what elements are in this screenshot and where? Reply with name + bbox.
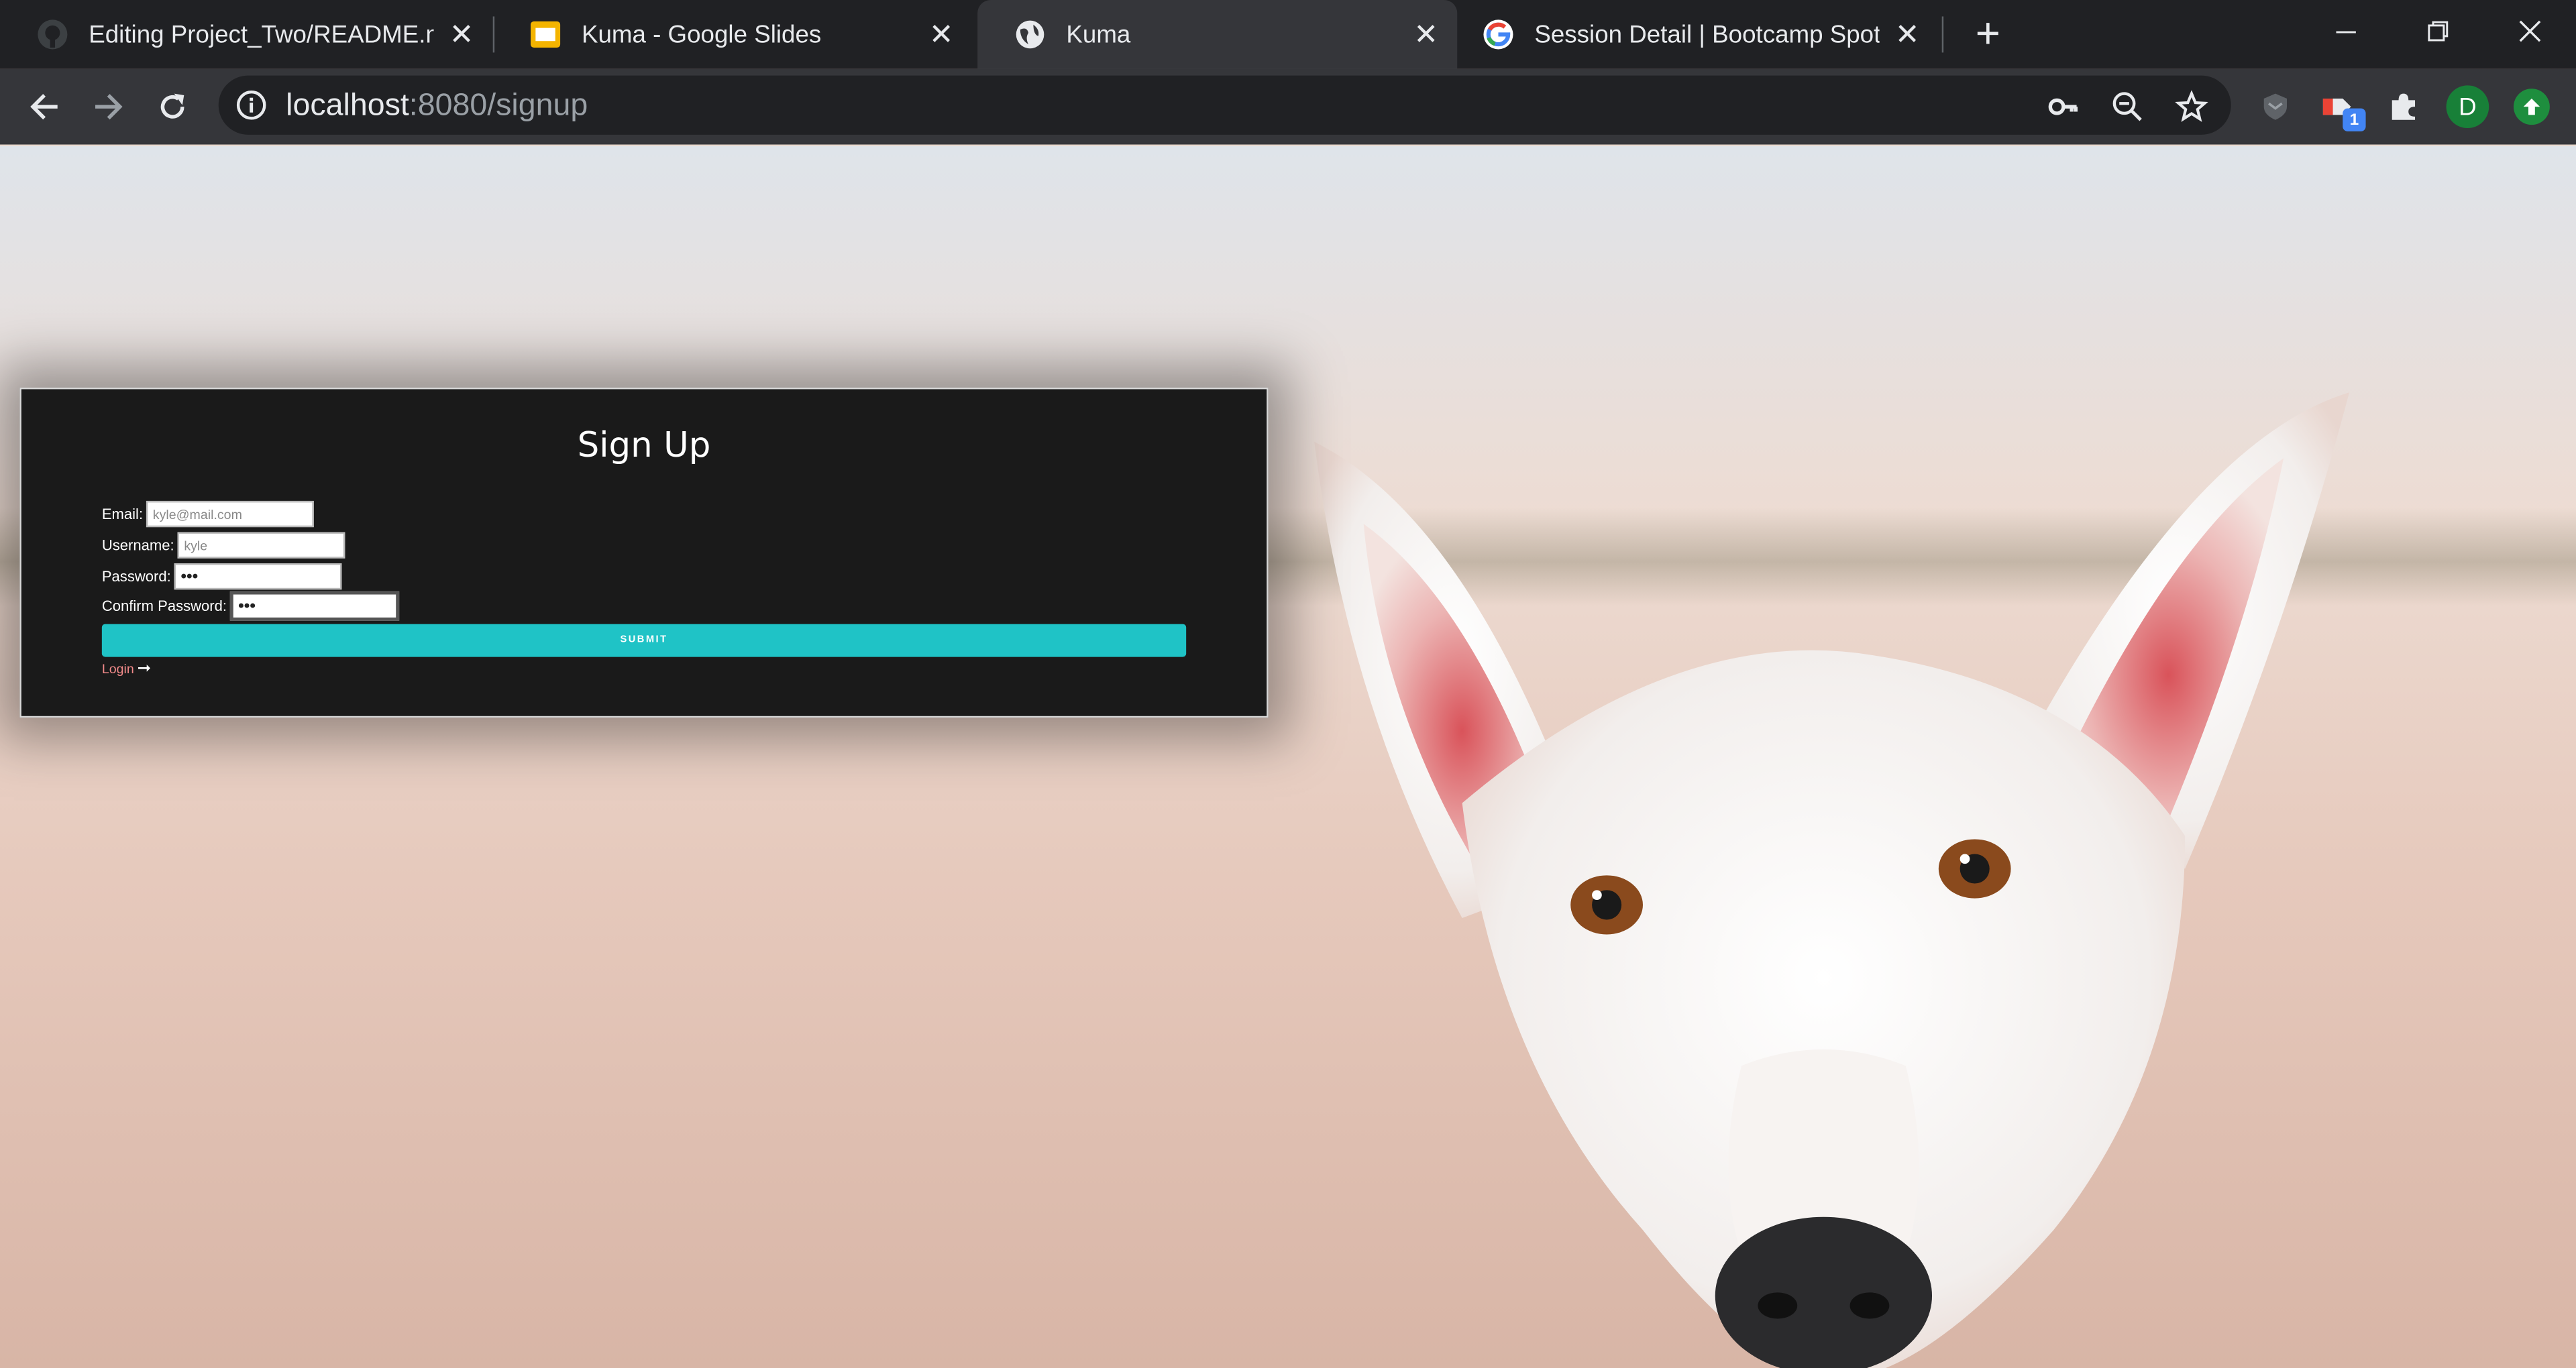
address-bar[interactable]: localhost:8080/signup (218, 75, 2231, 135)
close-icon[interactable]: ✕ (1408, 16, 1444, 52)
tab-bootcamp-spot[interactable]: Session Detail | Bootcamp Spot ✕ (1446, 0, 1939, 69)
tab-strip: Editing Project_Two/README.md ✕ Kuma - G… (0, 0, 2576, 69)
dog-photo (1314, 392, 2350, 1368)
extension-badge: 1 (2343, 108, 2366, 131)
login-link[interactable]: Login ➞ (102, 660, 151, 678)
back-button[interactable] (19, 82, 68, 131)
shield-extension-icon[interactable] (2254, 85, 2297, 128)
puzzle-extensions-icon[interactable] (2382, 85, 2425, 128)
zoom-out-icon[interactable] (2110, 89, 2146, 125)
username-row: Username: kyle (101, 532, 345, 559)
confirm-password-row: Confirm Password: ••• (101, 591, 400, 621)
info-icon[interactable] (235, 89, 268, 121)
tab-github-readme[interactable]: Editing Project_Two/README.md ✕ (0, 0, 493, 69)
password-field[interactable]: ••• (174, 563, 342, 590)
url-text: localhost:8080/signup (286, 89, 588, 125)
forward-button[interactable] (84, 82, 133, 131)
page-title: Sign Up (577, 425, 711, 465)
tab-kuma[interactable]: Kuma ✕ (977, 0, 1458, 69)
tab-title: Editing Project_Two/README.md (89, 20, 434, 49)
tab-title: Session Detail | Bootcamp Spot (1534, 20, 1880, 49)
confirm-password-field[interactable]: ••• (229, 591, 400, 621)
browser-toolbar: localhost:8080/signup 1 D (0, 68, 2576, 145)
username-label: Username: (101, 536, 174, 554)
profile-avatar[interactable]: D (2446, 85, 2489, 129)
close-icon[interactable]: ✕ (923, 16, 959, 52)
new-tab-button[interactable]: + (1965, 7, 2011, 56)
star-icon[interactable] (2174, 89, 2210, 125)
email-field[interactable]: kyle@mail.com (146, 500, 314, 528)
key-icon[interactable] (2045, 89, 2082, 125)
email-row: Email: kyle@mail.com (101, 500, 314, 528)
google-slides-icon (529, 18, 562, 51)
tab-separator (1941, 16, 1944, 53)
google-icon (1482, 18, 1515, 51)
tab-google-slides[interactable]: Kuma - Google Slides ✕ (493, 0, 973, 69)
login-link-label[interactable]: Login (102, 662, 134, 677)
confirm-password-label: Confirm Password: (101, 597, 227, 614)
update-icon[interactable] (2513, 89, 2550, 125)
github-icon (36, 18, 69, 51)
url-path: :8080/signup (409, 89, 588, 123)
signup-panel: Sign Up Email: kyle@mail.com Username: k… (19, 387, 1269, 718)
reload-button[interactable] (148, 82, 197, 131)
submit-button[interactable]: SUBMIT (101, 624, 1187, 657)
minimize-button[interactable] (2300, 0, 2392, 62)
email-label: Email: (101, 506, 144, 522)
password-row: Password: ••• (101, 563, 342, 590)
tab-title: Kuma - Google Slides (581, 20, 822, 49)
username-field[interactable]: kyle (177, 532, 345, 559)
close-icon[interactable]: ✕ (443, 16, 480, 52)
close-window-button[interactable] (2484, 0, 2576, 62)
tab-title: Kuma (1066, 20, 1131, 49)
page-background: Sign Up Email: kyle@mail.com Username: k… (0, 146, 2576, 1368)
restore-button[interactable] (2392, 0, 2484, 62)
globe-icon (1014, 18, 1046, 51)
url-host: localhost (286, 89, 409, 123)
password-label: Password: (101, 568, 171, 585)
close-icon[interactable]: ✕ (1889, 16, 1925, 52)
arrow-right-icon: ➞ (137, 660, 152, 679)
